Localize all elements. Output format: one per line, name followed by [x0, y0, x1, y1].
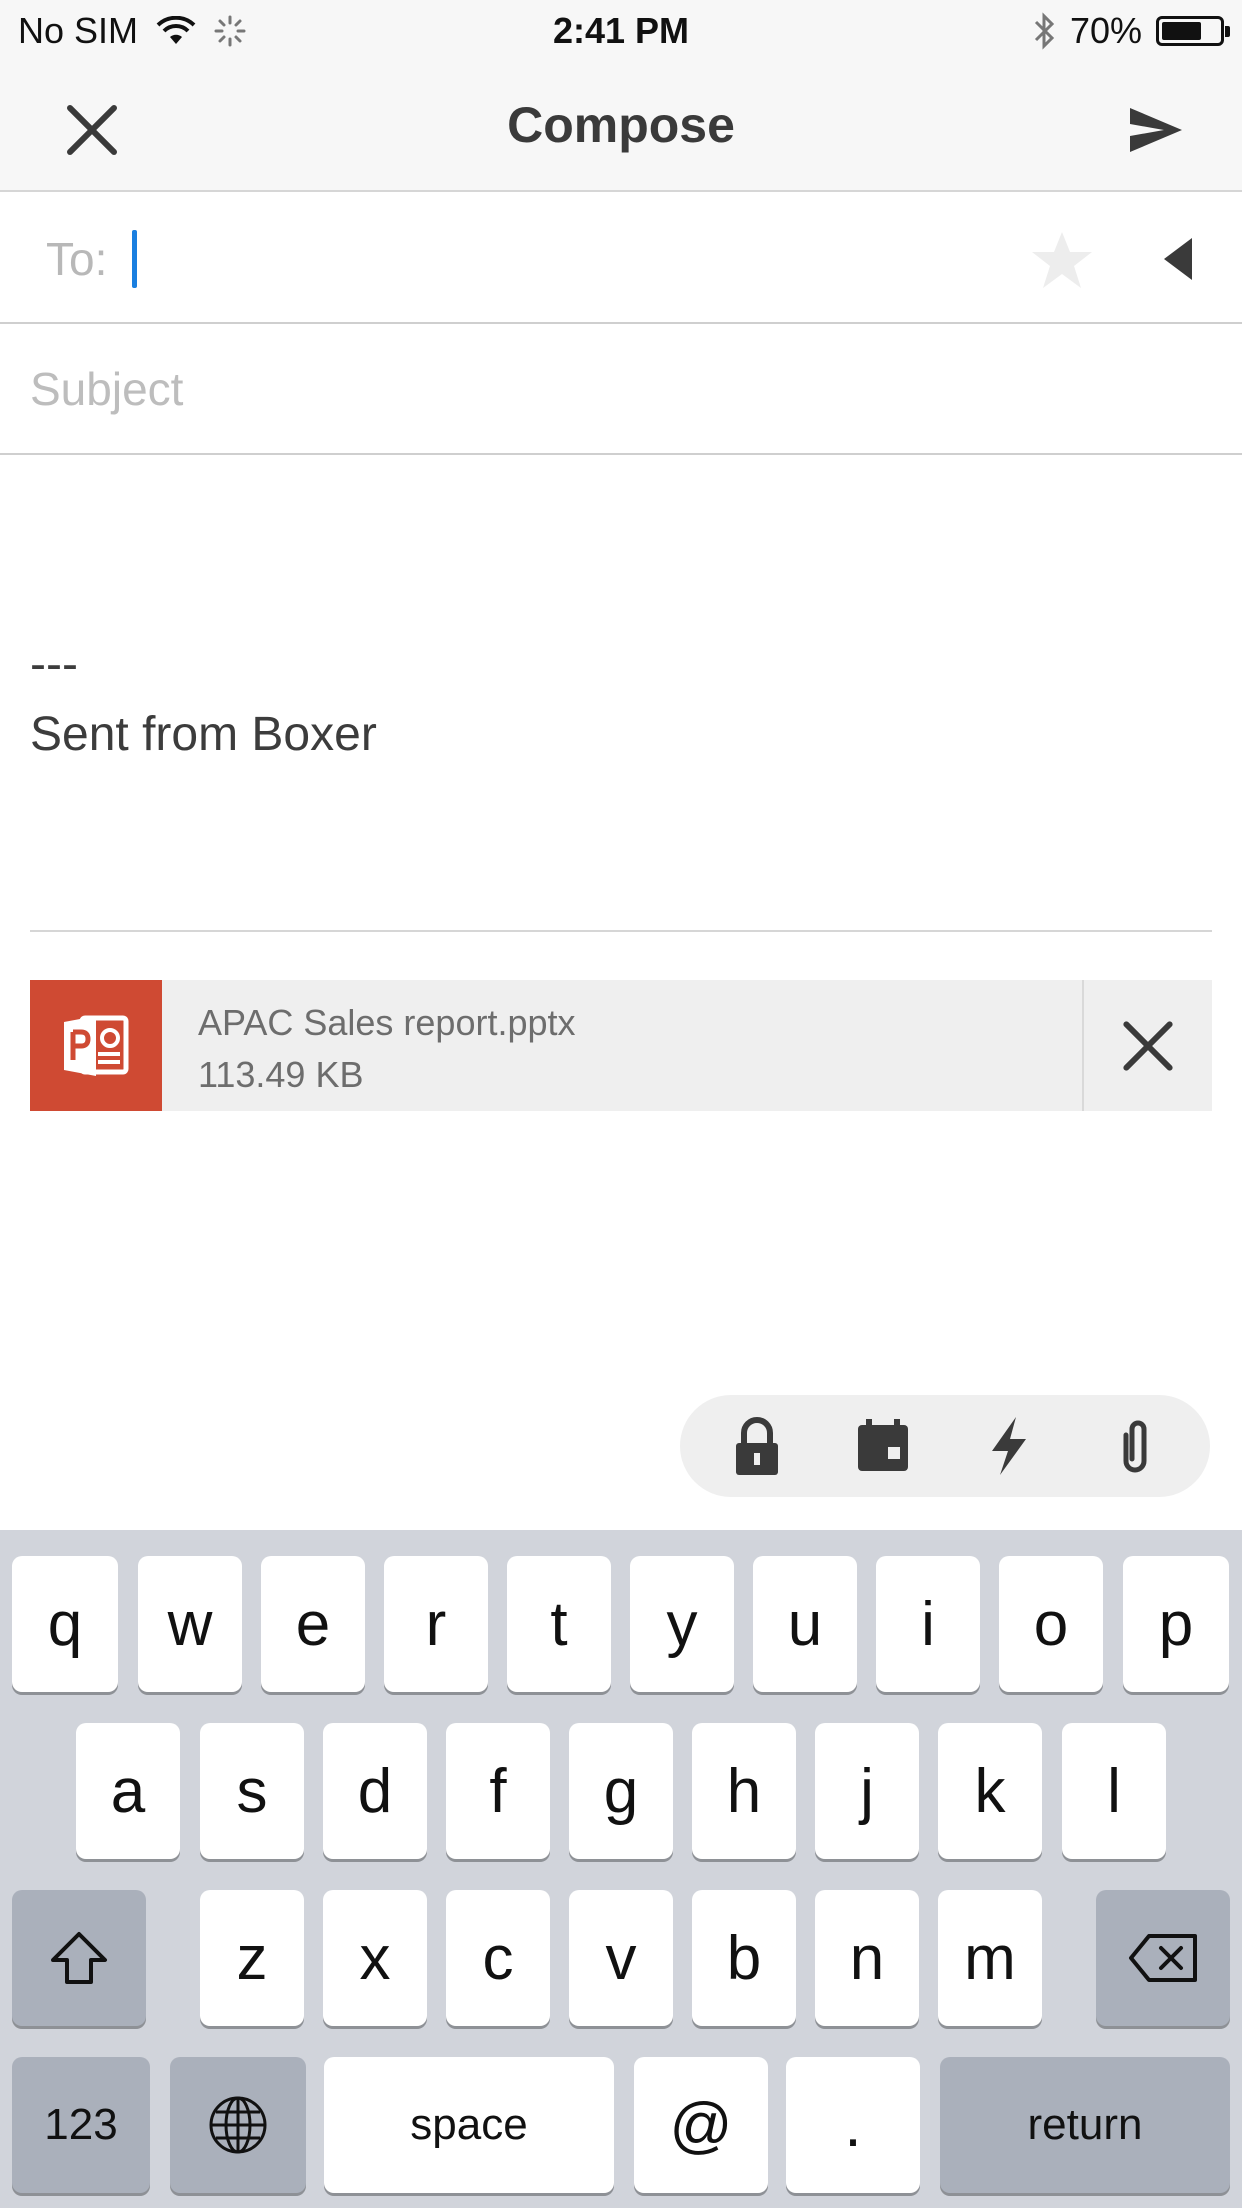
shift-key[interactable] — [12, 1890, 146, 2026]
page-title: Compose — [507, 97, 735, 153]
return-key[interactable]: return — [940, 2057, 1230, 2193]
key-n[interactable]: n — [815, 1890, 919, 2026]
key-v[interactable]: v — [569, 1890, 673, 2026]
space-key[interactable]: space — [324, 2057, 614, 2193]
key-e[interactable]: e — [261, 1556, 365, 1692]
key-s[interactable]: s — [200, 1723, 304, 1859]
backspace-icon — [1129, 1934, 1197, 1982]
key-h[interactable]: h — [692, 1723, 796, 1859]
key-r[interactable]: r — [384, 1556, 488, 1692]
text-cursor — [132, 230, 137, 288]
attachment-file-size: 113.49 KB — [198, 1054, 364, 1095]
to-label: To: — [46, 233, 108, 285]
attachments-divider — [30, 930, 1212, 932]
key-j[interactable]: j — [815, 1723, 919, 1859]
encrypt-button[interactable] — [726, 1415, 788, 1477]
battery-icon — [1156, 16, 1230, 46]
key-c[interactable]: c — [446, 1890, 550, 2026]
globe-icon — [209, 2096, 267, 2154]
remove-attachment-button[interactable] — [1082, 980, 1212, 1111]
to-field[interactable]: To: — [0, 192, 1242, 324]
attachment-item[interactable]: APAC Sales report.pptx 113.49 KB — [30, 980, 1212, 1111]
key-x[interactable]: x — [323, 1890, 427, 2026]
powerpoint-icon — [64, 1015, 129, 1076]
lightning-icon — [992, 1417, 1026, 1475]
key-m[interactable]: m — [938, 1890, 1042, 2026]
key-q[interactable]: q — [12, 1556, 118, 1692]
paperclip-icon — [1123, 1420, 1147, 1473]
numbers-key[interactable]: 123 — [12, 2057, 150, 2193]
shift-icon — [51, 1932, 107, 1984]
key-u[interactable]: u — [753, 1556, 857, 1692]
signature-text: Sent from Boxer — [30, 708, 377, 761]
key-k[interactable]: k — [938, 1723, 1042, 1859]
key-f[interactable]: f — [446, 1723, 550, 1859]
close-icon — [1123, 1021, 1173, 1071]
send-icon — [1130, 108, 1182, 152]
delete-key[interactable] — [1096, 1890, 1230, 2026]
calendar-icon — [858, 1419, 908, 1471]
key-y[interactable]: y — [630, 1556, 734, 1692]
star-icon — [1032, 232, 1092, 288]
compose-toolbar — [680, 1395, 1210, 1497]
period-key[interactable]: . — [786, 2057, 920, 2193]
attachment-file-name: APAC Sales report.pptx — [198, 1002, 576, 1043]
calendar-button[interactable] — [852, 1415, 914, 1477]
battery-percent: 70% — [1069, 10, 1142, 51]
lock-icon — [736, 1417, 778, 1475]
key-p[interactable]: p — [1123, 1556, 1229, 1692]
key-w[interactable]: w — [138, 1556, 242, 1692]
compose-nav-bar: Compose — [0, 62, 1242, 192]
attach-button[interactable] — [1104, 1415, 1166, 1477]
key-g[interactable]: g — [569, 1723, 673, 1859]
attachment-type-badge — [30, 980, 162, 1111]
quick-reply-button[interactable] — [978, 1415, 1040, 1477]
favorite-contacts-button[interactable] — [1030, 228, 1094, 292]
key-b[interactable]: b — [692, 1890, 796, 2026]
subject-field[interactable]: Subject — [0, 324, 1242, 455]
key-i[interactable]: i — [876, 1556, 980, 1692]
keyboard: q w e r t y u i o p a s d f g h j k l z … — [0, 1530, 1242, 2208]
send-button[interactable] — [1124, 98, 1188, 162]
at-key[interactable]: @ — [634, 2057, 768, 2193]
status-right: 70% — [1032, 10, 1230, 52]
subject-placeholder: Subject — [30, 363, 184, 415]
globe-key[interactable] — [170, 2057, 306, 2193]
signature-separator: --- — [30, 638, 78, 691]
triangle-left-icon — [1164, 238, 1192, 280]
battery-level — [1162, 22, 1201, 40]
bluetooth-icon — [1034, 12, 1055, 50]
key-t[interactable]: t — [507, 1556, 611, 1692]
expand-cc-button[interactable] — [1158, 234, 1198, 284]
status-bar: No SIM 2:41 PM 70% — [0, 0, 1242, 62]
message-body[interactable]: --- Sent from Boxer — [30, 630, 377, 770]
key-l[interactable]: l — [1062, 1723, 1166, 1859]
key-a[interactable]: a — [76, 1723, 180, 1859]
key-z[interactable]: z — [200, 1890, 304, 2026]
key-o[interactable]: o — [999, 1556, 1103, 1692]
key-d[interactable]: d — [323, 1723, 427, 1859]
